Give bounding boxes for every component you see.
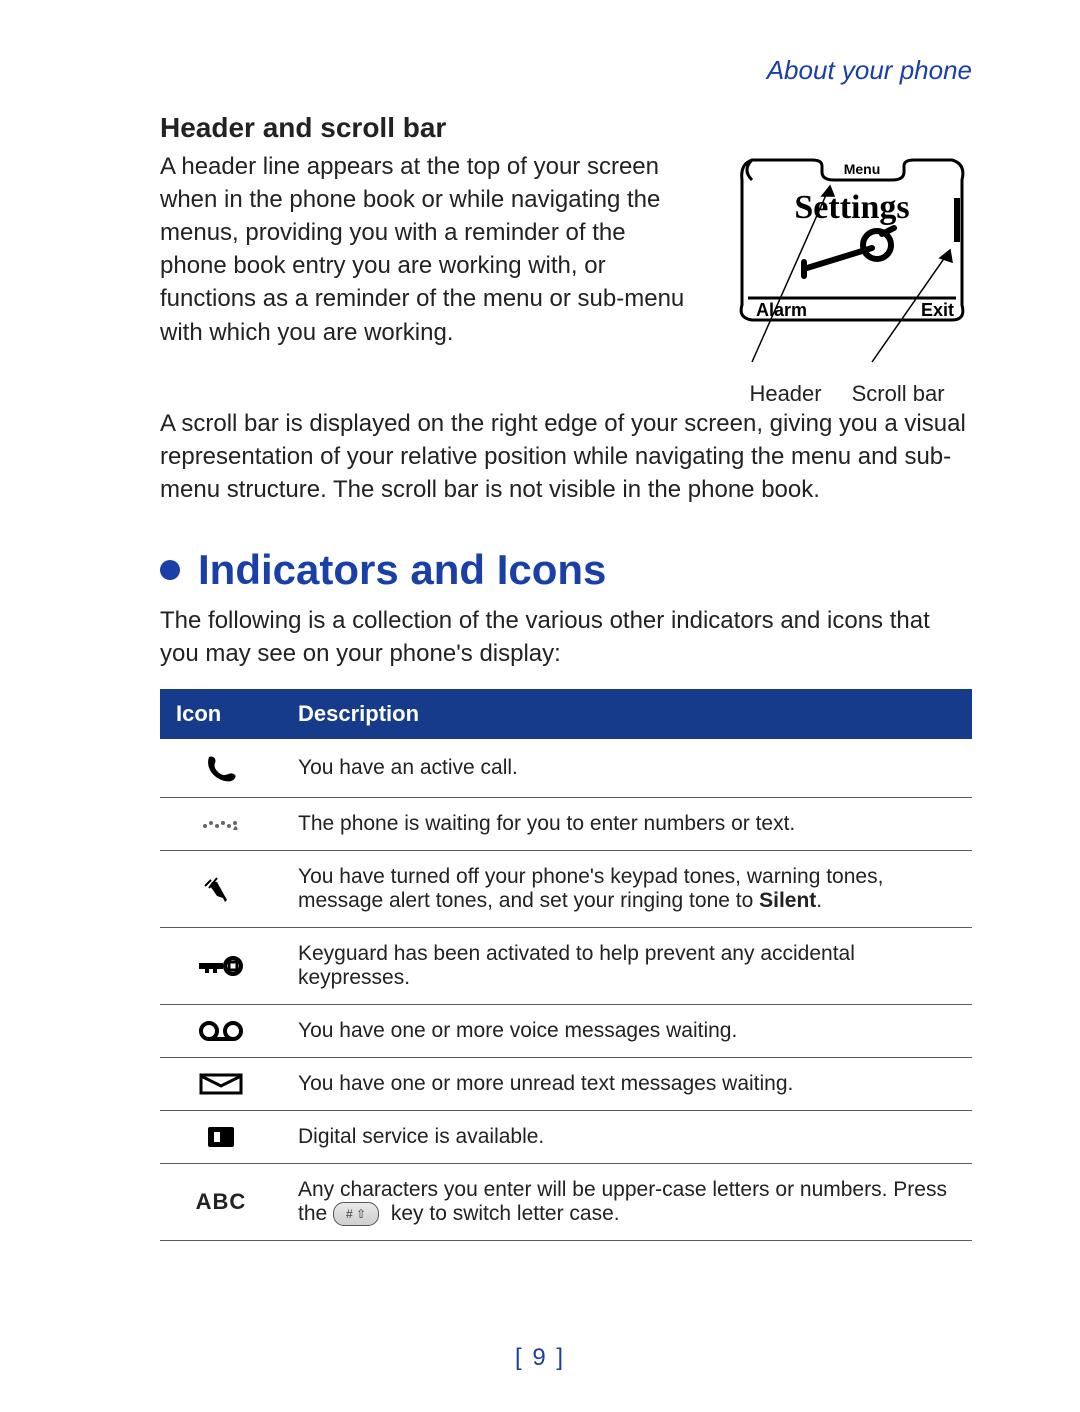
- fig-settings-label: Settings: [794, 189, 909, 226]
- table-row: ABC Any characters you enter will be upp…: [160, 1163, 972, 1240]
- keyguard-icon: [199, 956, 243, 976]
- fig-caption-scroll: Scroll bar: [852, 381, 945, 407]
- desc-voicemail: You have one or more voice messages wait…: [282, 1004, 972, 1057]
- th-icon: Icon: [160, 689, 282, 739]
- desc-text-message: You have one or more unread text message…: [282, 1057, 972, 1110]
- silent-icon: [203, 876, 239, 902]
- active-call-icon: [203, 753, 239, 783]
- desc-waiting-input: The phone is waiting for you to enter nu…: [282, 797, 972, 850]
- desc-active-call: You have an active call.: [282, 739, 972, 798]
- table-row: Digital service is available.: [160, 1110, 972, 1163]
- text-message-icon: [199, 1073, 243, 1095]
- heading-header-scroll: Header and scroll bar: [160, 112, 972, 144]
- desc-keyguard: Keyguard has been activated to help prev…: [282, 927, 972, 1004]
- desc-silent: You have turned off your phone's keypad …: [282, 850, 972, 927]
- section-title: Indicators and Icons: [198, 546, 606, 594]
- table-row: Keyguard has been activated to help prev…: [160, 927, 972, 1004]
- table-row: You have an active call.: [160, 739, 972, 798]
- breadcrumb-about: About your phone: [160, 55, 972, 86]
- fig-caption-header: Header: [749, 381, 821, 407]
- table-row: You have turned off your phone's keypad …: [160, 850, 972, 927]
- hash-key-icon: # ⇧: [333, 1202, 379, 1226]
- desc-uppercase: Any characters you enter will be upper-c…: [282, 1163, 972, 1240]
- paragraph-header-scroll: A header line appears at the top of your…: [160, 150, 698, 349]
- waiting-input-icon: [201, 816, 241, 832]
- desc-digital-service: Digital service is available.: [282, 1110, 972, 1163]
- section-bullet-icon: [160, 560, 180, 580]
- digital-service-icon: [206, 1125, 236, 1149]
- phone-screen-svg: Menu Settings Alarm Exit: [722, 150, 972, 370]
- fig-alarm-label: Alarm: [756, 300, 807, 320]
- fig-settings-icon: [804, 228, 894, 276]
- fig-exit-label: Exit: [921, 300, 954, 320]
- paragraph-indicators-intro: The following is a collection of the var…: [160, 604, 972, 670]
- voicemail-icon: [198, 1020, 244, 1042]
- table-row: You have one or more voice messages wait…: [160, 1004, 972, 1057]
- indicators-table: Icon Description You have an active call…: [160, 689, 972, 1241]
- fig-menu-label: Menu: [844, 161, 881, 177]
- page-number: [ 9 ]: [0, 1344, 1080, 1372]
- uppercase-icon: ABC: [196, 1189, 247, 1214]
- table-row: You have one or more unread text message…: [160, 1057, 972, 1110]
- th-description: Description: [282, 689, 972, 739]
- phone-screen-figure: Menu Settings Alarm Exit: [722, 150, 972, 407]
- table-row: The phone is waiting for you to enter nu…: [160, 797, 972, 850]
- fig-scrollbar: [954, 198, 960, 242]
- paragraph-scrollbar: A scroll bar is displayed on the right e…: [160, 407, 972, 506]
